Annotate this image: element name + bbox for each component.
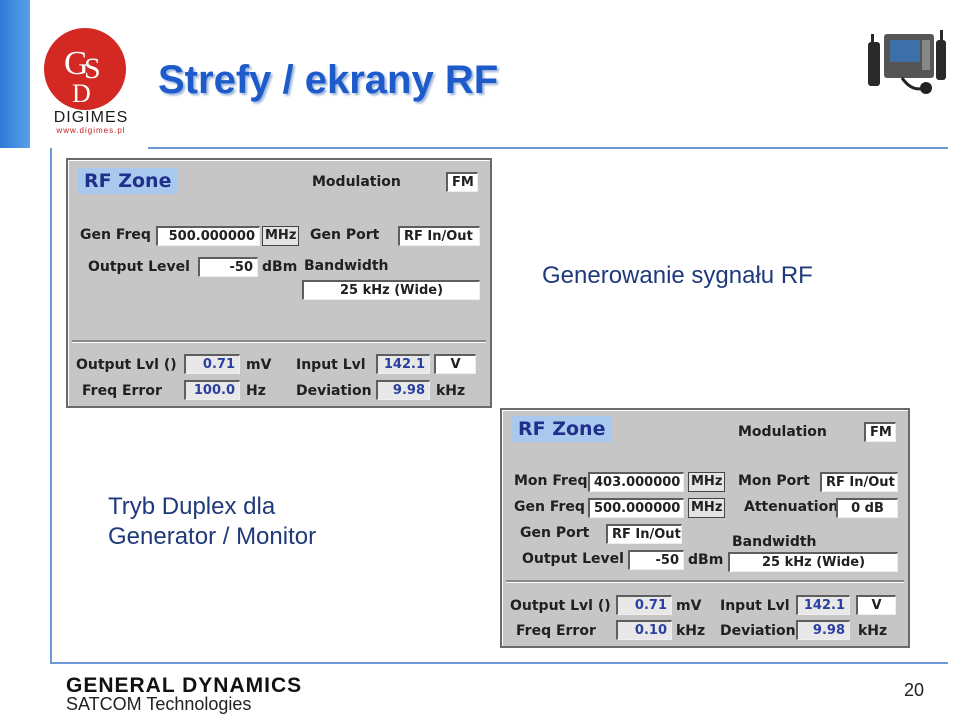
input-lvl-readout: 142.1 [376,354,430,374]
bandwidth-field[interactable]: 25 kHz (Wide) [728,552,898,572]
output-level-unit: dBm [688,552,724,568]
gen-port-label: Gen Port [310,227,380,243]
mon-port-field[interactable]: RF In/Out [820,472,898,492]
input-lvl-label: Input Lvl [296,357,366,373]
page-title: Strefy / ekrany RF [158,58,499,102]
rf-zone-title: RF Zone [78,168,178,194]
output-lvl-label: Output Lvl () [76,357,177,373]
deviation-unit: kHz [436,383,466,399]
attenuation-label: Attenuation [744,499,839,515]
caption-duplex: Tryb Duplex dla Generator / Monitor [108,492,316,552]
output-level-field[interactable]: -50 [628,550,684,570]
deviation-label: Deviation [296,383,372,399]
rf-zone-title: RF Zone [512,416,612,442]
deviation-label: Deviation [720,623,796,639]
modulation-field[interactable]: FM [864,422,896,442]
header-divider [148,147,948,149]
footer-divider [50,662,948,664]
accent-bar [0,0,30,148]
freq-error-label: Freq Error [516,623,596,639]
mon-freq-unit-button[interactable]: MHz [688,472,726,492]
output-lvl-readout: 0.71 [616,595,672,615]
page-number: 20 [904,680,925,700]
logo-url: www.digimes.pl [56,126,126,135]
gen-freq-field[interactable]: 500.000000 [156,226,260,246]
caption-generator: Generowanie sygnału RF [542,262,813,289]
output-level-field[interactable]: -50 [198,257,258,277]
gen-port-field[interactable]: RF In/Out [606,524,682,544]
gen-freq-unit-button[interactable]: MHz [262,226,300,246]
input-lvl-unit-field[interactable]: V [434,354,476,374]
mon-port-label: Mon Port [738,473,810,489]
company-division: SATCOM Technologies [66,694,252,714]
output-level-unit: dBm [262,259,298,275]
output-lvl-unit: mV [676,598,702,614]
panel-separator [72,340,486,342]
left-divider [50,148,52,662]
output-lvl-unit: mV [246,357,272,373]
bandwidth-label: Bandwidth [304,258,389,274]
output-lvl-readout: 0.71 [184,354,240,374]
modulation-label: Modulation [738,424,827,440]
gen-freq-label: Gen Freq [80,227,151,243]
mon-freq-field[interactable]: 403.000000 [588,472,684,492]
gen-port-label: Gen Port [520,525,590,541]
logo-wordmark: DIGIMES [53,109,129,126]
freq-error-label: Freq Error [82,383,162,399]
freq-error-unit: kHz [676,623,706,639]
gen-freq-unit-button[interactable]: MHz [688,498,726,518]
caption-duplex-line1: Tryb Duplex dla [108,493,276,520]
output-level-label: Output Level [88,259,190,275]
modulation-field[interactable]: FM [446,172,478,192]
input-lvl-unit-field[interactable]: V [856,595,896,615]
rf-zone-panel-generator: RF Zone Modulation FM Gen Freq 500.00000… [66,158,492,408]
deviation-unit: kHz [858,623,888,639]
freq-error-unit: Hz [246,383,266,399]
input-lvl-label: Input Lvl [720,598,790,614]
gen-port-field[interactable]: RF In/Out [398,226,480,246]
bandwidth-field[interactable]: 25 kHz (Wide) [302,280,480,300]
freq-error-readout: 100.0 [184,380,240,400]
panel-separator [506,580,904,582]
output-level-label: Output Level [522,551,624,567]
mon-freq-label: Mon Freq [514,473,588,489]
modulation-label: Modulation [312,174,401,190]
deviation-readout: 9.98 [376,380,430,400]
rf-zone-panel-duplex: RF Zone Modulation FM Mon Freq 403.00000… [500,408,910,648]
deviation-readout: 9.98 [796,620,850,640]
logo-emblem-icon: G S D [44,28,126,110]
caption-duplex-line2: Generator / Monitor [108,523,317,550]
input-lvl-readout: 142.1 [796,595,850,615]
gen-freq-label: Gen Freq [514,499,585,515]
radio-test-set-icon [862,28,952,100]
freq-error-readout: 0.10 [616,620,672,640]
output-lvl-label: Output Lvl () [510,598,611,614]
bandwidth-label: Bandwidth [732,534,817,550]
attenuation-field[interactable]: 0 dB [836,498,898,518]
gen-freq-field[interactable]: 500.000000 [588,498,684,518]
svg-text:D: D [72,79,91,108]
